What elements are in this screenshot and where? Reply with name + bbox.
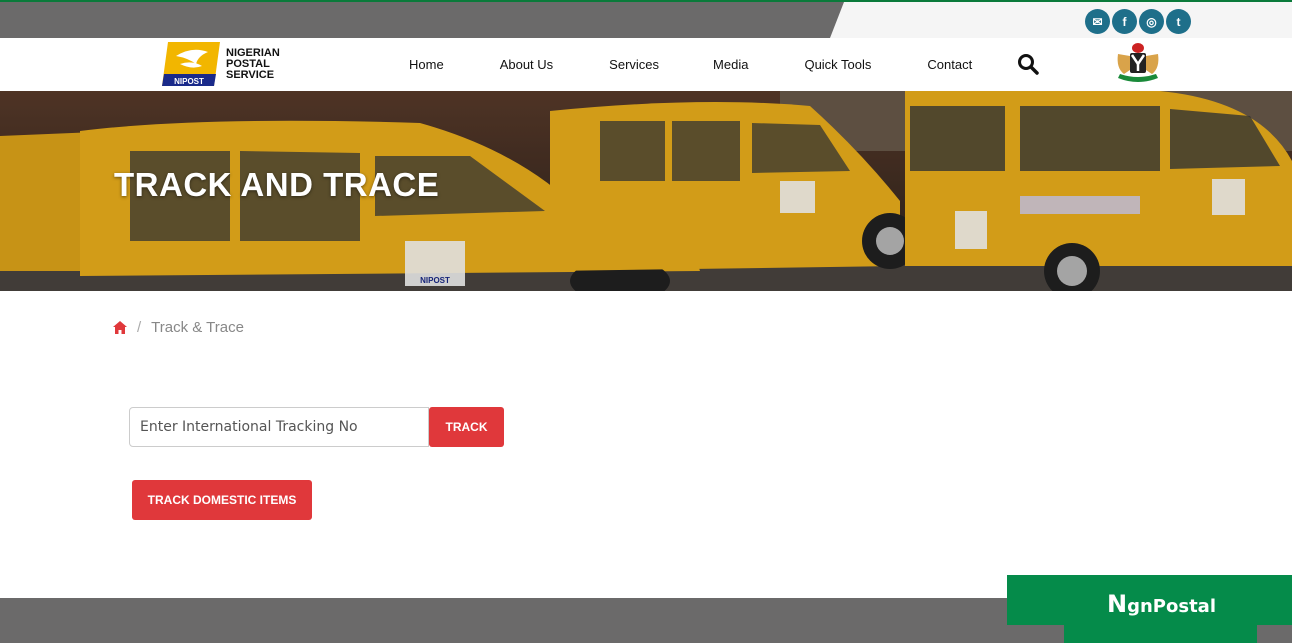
email-icon[interactable]: ✉ [1085,9,1110,34]
nav-services[interactable]: Services [609,57,659,72]
hero-banner: NIPOST TRACK AND TRACE [0,91,1292,291]
instagram-icon[interactable]: ◎ [1139,9,1164,34]
nipost-logo[interactable]: NIPOST NIGERIAN POSTAL SERVICE [162,42,280,86]
nav-about-us[interactable]: About Us [500,57,553,72]
breadcrumb: / Track & Trace [113,319,244,336]
breadcrumb-separator: / [137,319,142,336]
nav-quick-tools[interactable]: Quick Tools [804,57,871,72]
nipost-logo-icon: NIPOST [162,42,220,86]
breadcrumb-current: Track & Trace [151,319,244,336]
nipost-logo-text: NIGERIAN POSTAL SERVICE [226,46,280,81]
twitter-icon[interactable]: t [1166,9,1191,34]
search-icon[interactable] [1017,53,1039,75]
nav-home[interactable]: Home [409,57,444,72]
top-bar: ✉ f ◎ t [0,0,1292,38]
svg-text:NIPOST: NIPOST [174,77,204,86]
ngnpostal-logo[interactable]: NgnPostal [1107,590,1216,618]
coat-of-arms-icon [1117,43,1159,82]
top-bar-light-panel [830,2,1292,38]
ngnpostal-widget-tab [1064,625,1257,643]
home-icon[interactable] [113,321,127,334]
tracking-number-input[interactable] [129,407,429,447]
page-title: TRACK AND TRACE [114,166,440,203]
facebook-icon[interactable]: f [1112,9,1137,34]
social-links: ✉ f ◎ t [1085,9,1191,34]
main-nav: NIPOST NIGERIAN POSTAL SERVICE Home Abou… [0,38,1292,91]
track-domestic-button[interactable]: TRACK DOMESTIC ITEMS [132,480,312,520]
nav-menu: Home About Us Services Media Quick Tools… [383,38,972,91]
nav-contact[interactable]: Contact [927,57,972,72]
track-button[interactable]: TRACK [429,407,504,447]
nav-media[interactable]: Media [713,57,748,72]
